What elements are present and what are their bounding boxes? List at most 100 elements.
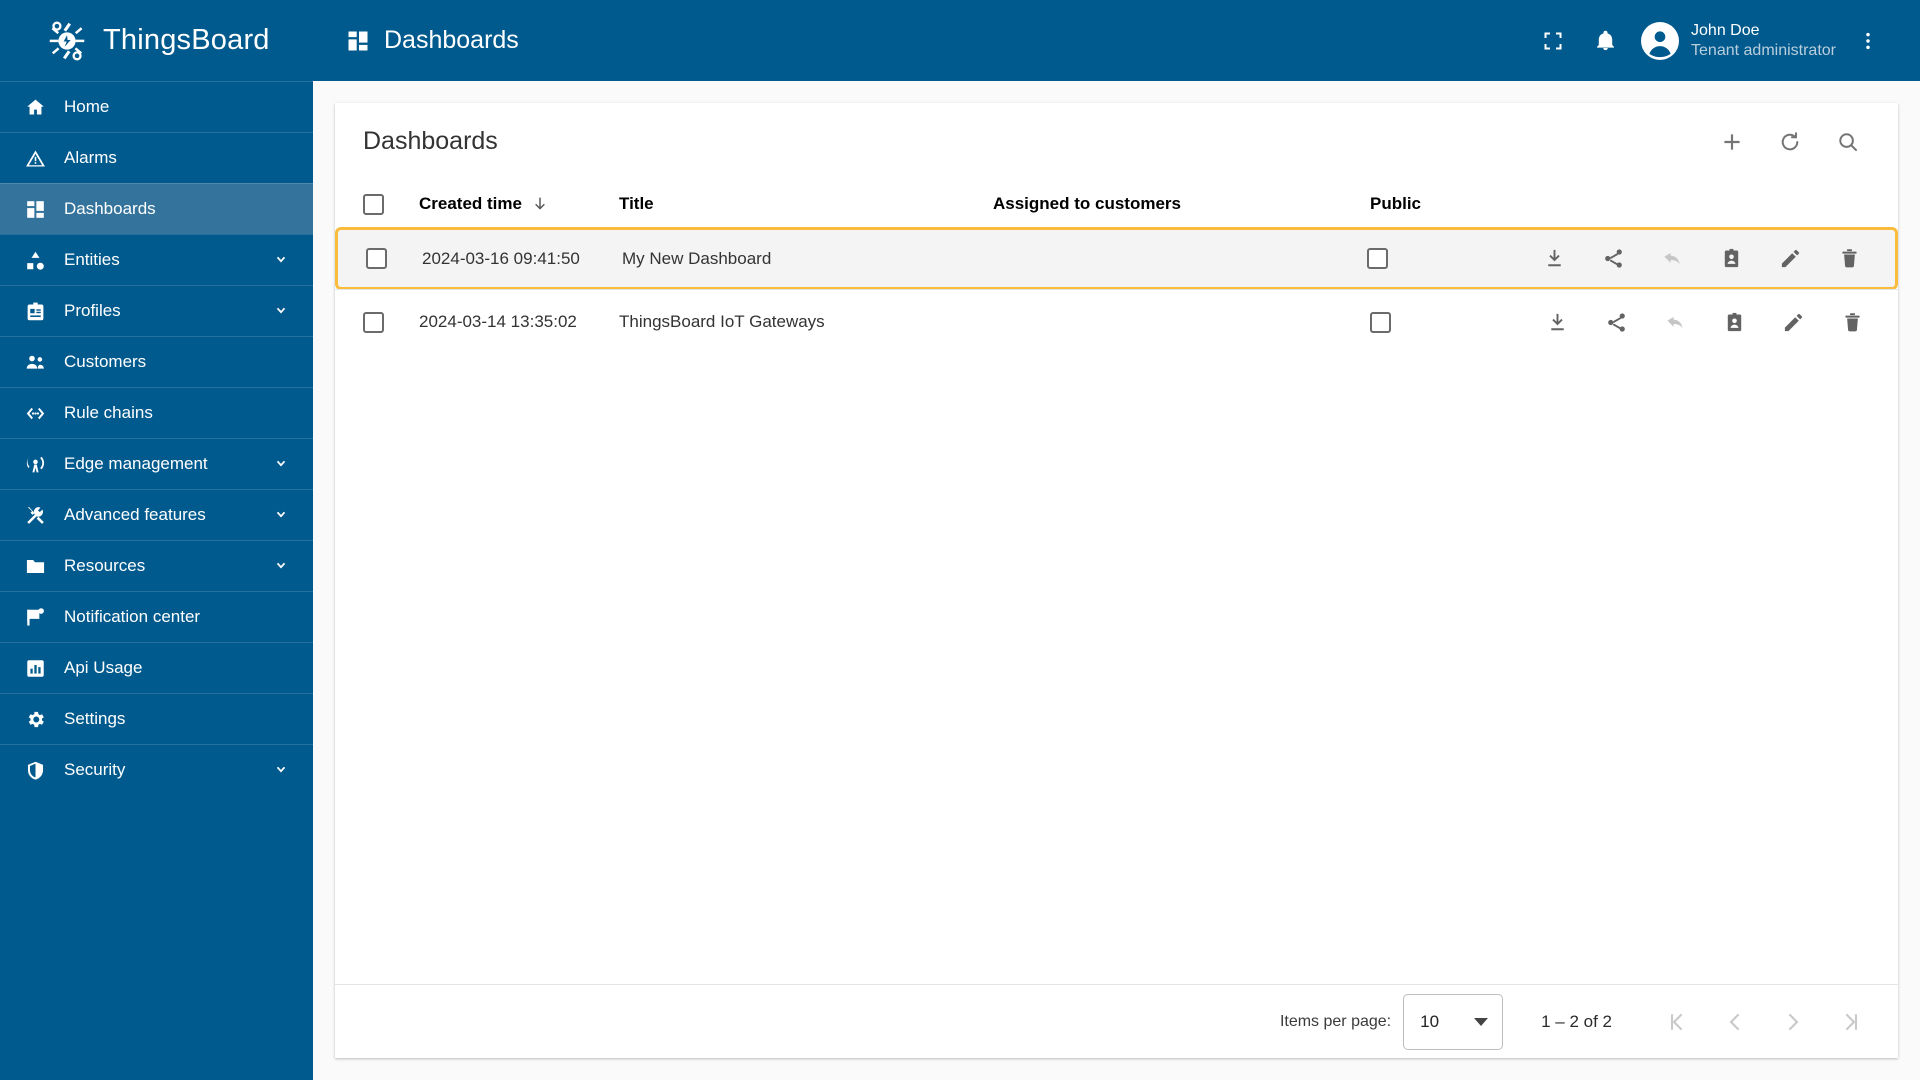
entities-icon [22, 247, 48, 273]
chevron-left-icon[interactable] [1718, 1005, 1752, 1039]
sidebar-item-label: Customers [64, 352, 147, 371]
search-icon[interactable] [1826, 120, 1870, 164]
table-row[interactable]: 2024-03-14 13:35:02 ThingsBoard IoT Gate… [335, 289, 1898, 354]
profiles-badge-icon [22, 298, 48, 324]
share-icon[interactable] [1596, 242, 1630, 276]
first-page-icon[interactable] [1660, 1005, 1694, 1039]
dashboards-grid-icon [346, 29, 370, 53]
brand-name: ThingsBoard [103, 24, 270, 56]
row-checkbox[interactable] [363, 311, 384, 333]
last-page-icon[interactable] [1834, 1005, 1868, 1039]
chevron-down-icon[interactable] [271, 301, 291, 321]
sidebar-item-security[interactable]: Security [0, 744, 313, 795]
sidebar-item-label: Advanced features [64, 505, 206, 524]
sidebar-item-edge-management[interactable]: Edge management [0, 438, 313, 489]
sidebar-item-alarms[interactable]: Alarms [0, 132, 313, 183]
sidebar-item-label: Dashboards [64, 199, 156, 218]
table-row[interactable]: 2024-03-16 09:41:50 My New Dashboard [335, 227, 1898, 290]
column-label: Assigned to customers [993, 194, 1181, 213]
cell-public [1370, 311, 1540, 333]
pencil-icon[interactable] [1774, 242, 1808, 276]
items-per-page-label: Items per page: [1279, 1012, 1392, 1030]
brand-logo[interactable]: ThingsBoard [0, 0, 313, 81]
trash-icon[interactable] [1836, 305, 1870, 339]
plus-icon[interactable] [1710, 120, 1754, 164]
notification-flag-icon [22, 604, 48, 630]
column-label: Public [1370, 194, 1422, 213]
gear-icon [22, 706, 48, 732]
sidebar: ThingsBoard Home Alarms Dashboards Entit… [0, 0, 313, 1080]
sidebar-item-customers[interactable]: Customers [0, 336, 313, 387]
column-label: Created time [419, 194, 522, 213]
user-avatar-icon [1641, 21, 1680, 60]
contact-badge-icon[interactable] [1715, 242, 1749, 276]
download-icon[interactable] [1537, 242, 1571, 276]
sidebar-item-label: Resources [64, 556, 146, 575]
chevron-down-icon[interactable] [271, 505, 291, 525]
top-toolbar-actions: John Doe Tenant administrator [1527, 15, 1894, 67]
public-checkbox[interactable] [1367, 248, 1388, 269]
sidebar-item-api-usage[interactable]: Api Usage [0, 642, 313, 693]
sidebar-item-resources[interactable]: Resources [0, 540, 313, 591]
cell-title: ThingsBoard IoT Gateways [619, 312, 825, 331]
chevron-down-icon[interactable] [271, 556, 291, 576]
sidebar-item-rule-chains[interactable]: Rule chains [0, 387, 313, 438]
refresh-icon[interactable] [1768, 120, 1812, 164]
sidebar-item-dashboards[interactable]: Dashboards [0, 183, 313, 234]
download-icon[interactable] [1540, 305, 1574, 339]
share-icon[interactable] [1599, 305, 1633, 339]
customers-people-icon [22, 349, 48, 375]
column-header-public[interactable]: Public [1370, 194, 1540, 214]
sidebar-nav: Home Alarms Dashboards Entities Profiles… [0, 81, 313, 1080]
row-actions [1537, 242, 1867, 276]
row-checkbox[interactable] [366, 248, 387, 269]
chevron-down-icon[interactable] [271, 250, 291, 270]
public-checkbox[interactable] [1370, 311, 1391, 333]
sidebar-item-advanced-features[interactable]: Advanced features [0, 489, 313, 540]
chevron-down-icon[interactable] [271, 760, 291, 780]
card-title: Dashboards [363, 127, 498, 155]
trash-icon[interactable] [1833, 242, 1867, 276]
sidebar-item-profiles[interactable]: Profiles [0, 285, 313, 336]
cell-public [1367, 248, 1537, 269]
dashboards-card: Dashboards Created time Title Assigned t… [335, 103, 1898, 1058]
arrow-down-icon [531, 195, 549, 213]
user-menu[interactable]: John Doe Tenant administrator [1641, 21, 1836, 61]
api-usage-chart-icon [22, 655, 48, 681]
sidebar-item-label: Settings [64, 709, 126, 728]
items-per-page-value: 10 [1420, 1011, 1440, 1031]
thingsboard-bug-logo-icon [44, 18, 90, 64]
more-vertical-icon[interactable] [1842, 15, 1894, 67]
chevron-right-icon[interactable] [1776, 1005, 1810, 1039]
column-header-title[interactable]: Title [619, 194, 993, 214]
page-title: Dashboards [384, 26, 519, 54]
rule-chains-icon [22, 400, 48, 426]
card-header: Dashboards [335, 103, 1898, 180]
chevron-down-icon [1474, 1017, 1489, 1026]
dashboards-table: Created time Title Assigned to customers [335, 180, 1898, 984]
reply-arrow-icon [1658, 305, 1692, 339]
bell-icon[interactable] [1579, 15, 1631, 67]
sidebar-item-home[interactable]: Home [0, 81, 313, 132]
cell-created-time: 2024-03-16 09:41:50 [422, 248, 580, 268]
reply-arrow-icon [1655, 242, 1689, 276]
column-header-assigned[interactable]: Assigned to customers [993, 194, 1370, 214]
alarm-warning-icon [22, 145, 48, 171]
column-header-created-time[interactable]: Created time [419, 194, 619, 214]
sidebar-item-label: Security [64, 760, 126, 779]
sidebar-item-settings[interactable]: Settings [0, 693, 313, 744]
user-role: Tenant administrator [1691, 41, 1836, 59]
chevron-down-icon[interactable] [271, 454, 291, 474]
fullscreen-icon[interactable] [1527, 15, 1579, 67]
dashboards-grid-icon [22, 196, 48, 222]
user-info: John Doe Tenant administrator [1691, 21, 1836, 61]
pencil-icon[interactable] [1777, 305, 1811, 339]
sidebar-item-label: Rule chains [64, 403, 153, 422]
sidebar-item-entities[interactable]: Entities [0, 234, 313, 285]
row-select-cell [363, 311, 419, 333]
select-all-checkbox[interactable] [363, 193, 384, 215]
items-per-page-select[interactable]: 10 [1403, 993, 1504, 1050]
contact-badge-icon[interactable] [1718, 305, 1752, 339]
sidebar-item-notification-center[interactable]: Notification center [0, 591, 313, 642]
sidebar-item-label: Home [64, 97, 110, 116]
